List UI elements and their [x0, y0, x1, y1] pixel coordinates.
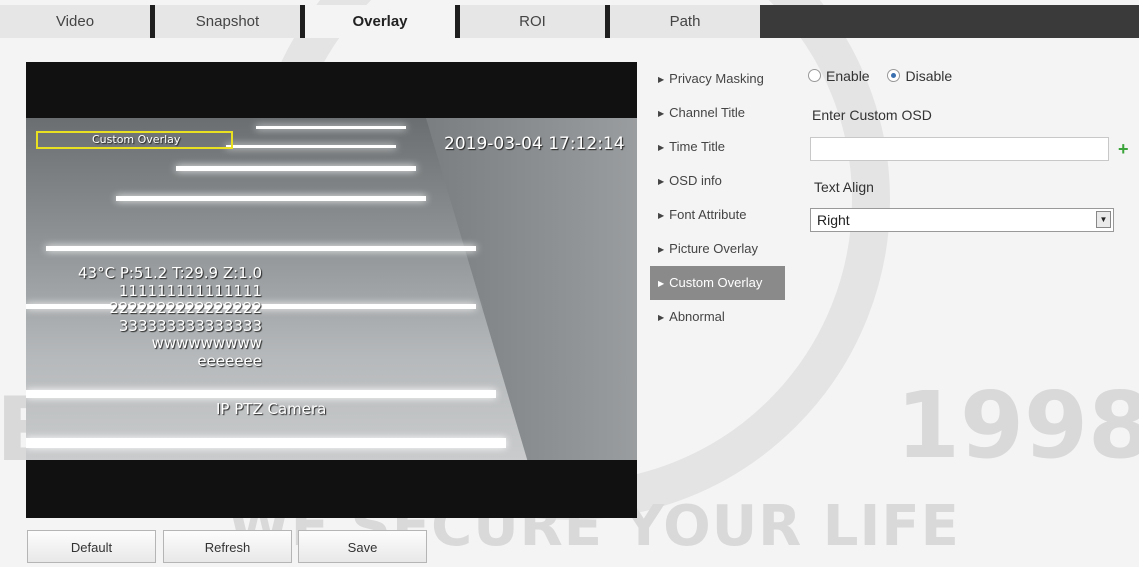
refresh-button[interactable]: Refresh [163, 530, 292, 563]
menu-item-label: OSD info [669, 173, 722, 188]
caret-right-icon: ▶ [658, 177, 665, 186]
caret-right-icon: ▶ [658, 211, 665, 220]
radio-unchecked-icon [808, 69, 821, 82]
tab-bar: Video Snapshot Overlay ROI Path [0, 0, 1139, 38]
caret-right-icon: ▶ [658, 313, 665, 322]
overlay-menu: ▶ Privacy Masking ▶ Channel Title ▶ Time Ti… [650, 62, 785, 334]
menu-item-label: Custom Overlay [669, 275, 763, 290]
menu-item-label: Font Attribute [669, 207, 747, 222]
tab-snapshot[interactable]: Snapshot [155, 5, 300, 38]
tab-video[interactable]: Video [0, 5, 150, 38]
menu-item-font-attribute[interactable]: ▶ Font Attribute [650, 198, 785, 232]
video-preview[interactable]: Custom Overlay 2019-03-04 17:12:14 43°C … [26, 62, 637, 518]
tab-overlay[interactable]: Overlay [305, 5, 455, 38]
disable-radio[interactable]: Disable [887, 68, 952, 84]
custom-osd-label: Enter Custom OSD [812, 107, 932, 123]
time-title-overlay: 2019-03-04 17:12:14 [444, 134, 625, 154]
custom-overlay-box[interactable]: Custom Overlay [36, 131, 233, 149]
watermark-year: 1998 [896, 372, 1139, 479]
enable-radio[interactable]: Enable [808, 68, 870, 84]
custom-osd-input[interactable] [810, 137, 1109, 161]
menu-item-label: Time Title [669, 139, 726, 154]
enable-label: Enable [826, 68, 870, 84]
chevron-down-icon: ▼ [1096, 211, 1111, 228]
menu-item-label: Privacy Masking [669, 71, 764, 86]
caret-right-icon: ▶ [658, 143, 665, 152]
ptz-info-line: 43°C P:51.2 T:29.9 Z:1.0 [78, 264, 263, 282]
ceiling-light [26, 390, 496, 398]
tab-roi[interactable]: ROI [460, 5, 605, 38]
channel-title-overlay: IP PTZ Camera [216, 400, 327, 418]
ceiling-light [26, 438, 506, 448]
menu-item-custom-overlay[interactable]: ▶ Custom Overlay [650, 266, 785, 300]
text-align-label: Text Align [814, 179, 874, 195]
scene-wall [426, 118, 637, 460]
ceiling-light [256, 126, 406, 129]
menu-item-label: Abnormal [669, 309, 725, 324]
menu-item-osd-info[interactable]: ▶ OSD info [650, 164, 785, 198]
ceiling-light [116, 196, 426, 201]
caret-right-icon: ▶ [658, 109, 665, 118]
osd-info-block: 43°C P:51.2 T:29.9 Z:1.0 111111111111111… [78, 264, 263, 370]
custom-line: 111111111111111 [118, 281, 263, 300]
menu-item-channel-title[interactable]: ▶ Channel Title [650, 96, 785, 130]
save-button[interactable]: Save [298, 530, 427, 563]
custom-line: wwwwwwwww [151, 334, 263, 352]
menu-item-label: Picture Overlay [669, 241, 759, 256]
tab-path[interactable]: Path [610, 5, 760, 38]
menu-item-picture-overlay[interactable]: ▶ Picture Overlay [650, 232, 785, 266]
ceiling-light [46, 246, 476, 251]
menu-item-abnormal[interactable]: ▶ Abnormal [650, 300, 785, 334]
ceiling-light [226, 145, 396, 148]
custom-line: eeeeeee [197, 351, 263, 370]
disable-label: Disable [905, 68, 953, 84]
caret-right-icon: ▶ [658, 279, 665, 288]
tab-bar-filler [760, 5, 1139, 38]
default-button[interactable]: Default [27, 530, 156, 563]
radio-checked-icon [887, 69, 901, 82]
menu-item-label: Channel Title [669, 105, 746, 120]
custom-line: 2222222222222222 [109, 299, 263, 317]
menu-item-time-title[interactable]: ▶ Time Title [650, 130, 785, 164]
ceiling-light [176, 166, 416, 171]
add-line-icon[interactable]: + [1118, 140, 1129, 158]
text-align-select[interactable]: Right ▼ [810, 208, 1114, 232]
caret-right-icon: ▶ [658, 245, 665, 254]
custom-line: 333333333333333 [118, 316, 263, 335]
enable-radio-group: Enable Disable [808, 68, 952, 84]
menu-item-privacy-masking[interactable]: ▶ Privacy Masking [650, 62, 785, 96]
caret-right-icon: ▶ [658, 75, 665, 84]
text-align-value: Right [817, 212, 850, 228]
